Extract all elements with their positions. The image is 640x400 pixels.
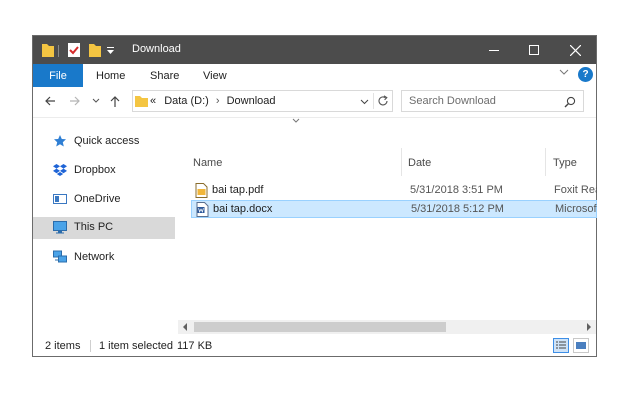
folder-icon <box>135 96 148 107</box>
nav-item-network[interactable]: Network <box>33 247 175 269</box>
tab-share[interactable]: Share <box>150 70 179 82</box>
file-name: bai tap.docx <box>213 203 273 215</box>
details-view-button[interactable] <box>553 338 569 353</box>
file-row-docx[interactable]: bai tap.docx 5/31/2018 5:12 PM Microsof <box>191 200 597 218</box>
column-header-date[interactable]: Date <box>408 157 431 169</box>
search-box[interactable]: Search Download <box>401 90 584 112</box>
breadcrumb-drive[interactable]: Data (D:) <box>164 95 209 107</box>
breadcrumb: « Data (D:) › Download <box>150 95 276 107</box>
search-placeholder: Search Download <box>409 95 496 107</box>
help-icon[interactable]: ? <box>578 67 593 82</box>
file-type: Microsof <box>555 203 597 215</box>
horizontal-scrollbar[interactable] <box>178 320 596 334</box>
column-header-name[interactable]: Name <box>193 157 222 169</box>
column-divider[interactable] <box>401 148 402 176</box>
item-count: 2 items <box>45 340 81 352</box>
nav-item-onedrive[interactable]: OneDrive <box>33 189 175 211</box>
maximize-button[interactable] <box>514 36 554 64</box>
address-bar[interactable]: « Data (D:) › Download <box>132 90 393 112</box>
title-bar: Download <box>33 36 596 64</box>
close-button[interactable] <box>555 36 595 64</box>
refresh-icon[interactable] <box>377 95 389 107</box>
tab-file[interactable]: File <box>33 64 83 87</box>
file-date: 5/31/2018 3:51 PM <box>410 184 503 196</box>
selection-count: 1 item selected <box>99 340 173 352</box>
file-date: 5/31/2018 5:12 PM <box>411 203 504 215</box>
nav-label: Network <box>74 251 115 263</box>
word-file-icon <box>196 202 209 217</box>
address-divider <box>373 93 374 109</box>
nav-label: This PC <box>74 221 114 233</box>
forward-arrow-icon[interactable] <box>69 95 81 107</box>
address-dropdown-icon[interactable] <box>360 99 369 105</box>
nav-label: OneDrive <box>74 193 121 205</box>
scroll-thumb[interactable] <box>194 322 446 332</box>
tab-view[interactable]: View <box>203 70 227 82</box>
star-icon <box>54 135 66 147</box>
file-type: Foxit Rea <box>554 184 597 196</box>
recent-locations-icon[interactable] <box>92 98 100 104</box>
minimize-icon <box>489 50 499 51</box>
ribbon-tabs: File Home Share View ? <box>33 64 596 87</box>
column-divider[interactable] <box>545 148 546 176</box>
nav-label: Quick access <box>74 135 140 147</box>
expand-ribbon-icon[interactable] <box>559 68 569 76</box>
up-arrow-icon[interactable] <box>109 95 121 108</box>
explorer-window: Download File Home Share View ? « Data (… <box>32 35 597 357</box>
file-row-pdf[interactable]: bai tap.pdf 5/31/2018 3:51 PM Foxit Rea <box>191 182 597 200</box>
dropbox-icon <box>53 164 67 176</box>
network-icon <box>53 250 67 263</box>
pdf-file-icon <box>195 183 208 198</box>
file-list: Name Date Type bai tap.pdf 5/31/2018 3:5… <box>186 118 597 333</box>
nav-item-this-pc[interactable]: This PC <box>33 217 175 239</box>
nav-label: Dropbox <box>74 164 116 176</box>
status-bar: 2 items 1 item selected 117 KB <box>33 336 596 356</box>
selection-size: 117 KB <box>177 340 213 352</box>
scroll-left-icon[interactable] <box>182 323 188 331</box>
details-view-icon <box>556 341 566 349</box>
breadcrumb-overflow[interactable]: « <box>150 95 156 107</box>
sort-indicator-icon <box>292 118 300 123</box>
breadcrumb-download[interactable]: Download <box>227 95 276 107</box>
folder-icon <box>42 44 54 57</box>
onedrive-icon <box>53 194 67 204</box>
large-icons-view-button[interactable] <box>573 338 589 353</box>
status-divider <box>90 340 91 352</box>
large-icons-view-icon <box>576 342 586 349</box>
back-arrow-icon[interactable] <box>44 95 56 107</box>
properties-icon[interactable] <box>67 42 81 58</box>
tab-home[interactable]: Home <box>96 70 125 82</box>
column-header-type[interactable]: Type <box>553 157 577 169</box>
file-name: bai tap.pdf <box>212 184 264 196</box>
address-row: « Data (D:) › Download Search Download <box>33 87 596 118</box>
new-folder-icon[interactable] <box>88 42 102 58</box>
maximize-icon <box>529 45 539 55</box>
window-title: Download <box>132 43 181 55</box>
pc-icon <box>53 221 67 234</box>
minimize-button[interactable] <box>474 36 514 64</box>
search-icon[interactable] <box>564 96 576 108</box>
quick-access-separator <box>58 45 59 57</box>
navigation-pane: Quick access Dropbox OneDrive This PC Ne… <box>33 118 178 333</box>
nav-item-dropbox[interactable]: Dropbox <box>33 160 175 182</box>
breadcrumb-separator[interactable]: › <box>216 95 220 107</box>
close-icon <box>569 44 581 56</box>
scroll-right-icon[interactable] <box>586 323 592 331</box>
customize-toolbar-icon[interactable] <box>106 47 115 55</box>
nav-item-quick-access[interactable]: Quick access <box>33 131 175 153</box>
